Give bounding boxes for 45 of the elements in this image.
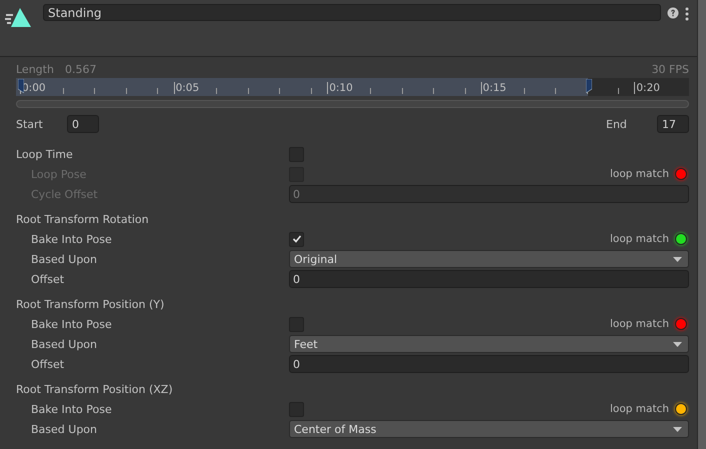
loop-match-label: loop match [610,168,669,180]
checkbox[interactable] [289,232,304,246]
setting-label: Based Upon [30,252,98,266]
start-handle[interactable] [18,79,24,93]
dropdown[interactable]: Original [289,250,689,268]
loop-match-label: loop match [610,403,669,415]
loop-match-label: loop match [610,233,669,245]
more-options-icon[interactable] [685,7,689,21]
setting-label: Loop Time [16,148,74,160]
setting-label: Offset [30,272,66,286]
dropdown[interactable]: Center of Mass [289,420,689,438]
length-value: 0.567 [64,62,96,76]
number-field[interactable]: 0 [289,270,689,288]
setting-label: Offset [30,358,66,370]
vertical-scrollbar[interactable] [697,0,706,449]
setting-label: Based Upon [30,422,98,436]
setting-label: Root Transform Rotation [16,212,150,226]
setting-label: Root Transform Position (XZ) [16,382,174,396]
timeline-label: 0:10 [328,82,354,94]
setting-label: Bake Into Pose [30,402,113,416]
timeline-label: 0:15 [482,82,508,94]
setting-label: Bake Into Pose [30,318,113,330]
setting-label: Bake Into Pose [30,232,113,246]
timeline-label: 0:05 [174,82,200,94]
end-label: End [606,118,628,130]
length-label: Length [16,62,54,76]
animation-clip-icon [5,6,33,30]
number-field[interactable]: 0 [289,355,689,373]
setting-label: Root Transform Position (Y) [16,298,166,310]
timeline-label: 0:20 [635,82,661,94]
caret-icon [673,342,682,346]
start-field[interactable]: 0 [67,115,99,133]
end-field[interactable]: 17 [657,115,689,133]
help-icon[interactable] [667,7,679,19]
caret-icon [673,426,682,432]
start-label: Start [16,118,44,130]
dropdown[interactable]: Feet [289,335,689,353]
horizontal-scrollbar[interactable] [16,100,689,108]
caret-icon [673,256,682,262]
setting-label: Based Upon [30,338,98,350]
checkmark-icon [292,234,302,244]
end-handle[interactable] [586,79,592,93]
name-field[interactable]: Standing [43,4,661,21]
loop-match-label: loop match [610,318,669,330]
fps-value: 30 FPS [652,62,689,76]
